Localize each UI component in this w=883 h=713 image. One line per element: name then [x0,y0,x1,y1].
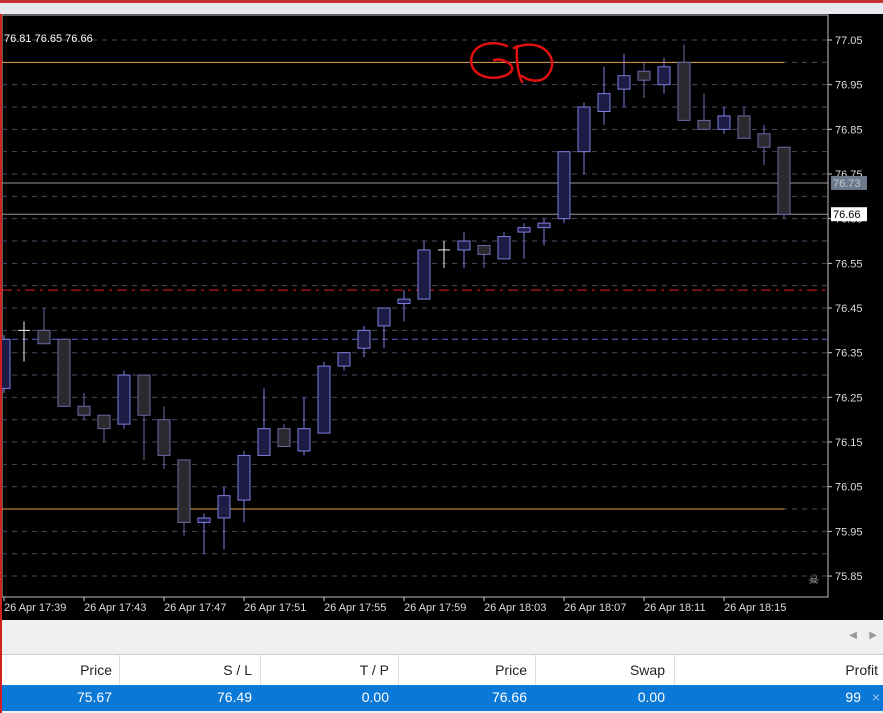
candle-bull [617,75,631,90]
candle-bull [377,307,391,327]
table-header: Price S / L T / P Price Swap Profit [2,655,883,685]
col-sl[interactable]: S / L [223,662,252,678]
candle-bear [637,70,651,81]
cell-swap: 0.00 [637,689,665,705]
window-title-bar [0,0,883,14]
candle-bear [97,414,111,430]
price-tick-label: 75.95 [835,526,863,538]
candle-bear [737,115,751,139]
candle-bull [197,517,211,523]
ask-price-label: 76.73 [833,178,861,190]
candle-bull [237,454,251,501]
price-chart[interactable]: 77.0576.9576.8576.7576.6576.5576.4576.35… [0,14,883,620]
candle-bear [37,329,51,345]
skull-icon: ☠ [808,573,820,588]
time-tick-label: 26 Apr 18:07 [564,602,626,614]
candle-bull [557,151,571,220]
candle-bear [777,146,791,215]
cell-tp[interactable]: 0.00 [362,689,389,705]
time-tick-label: 26 Apr 18:03 [484,602,546,614]
time-tick-label: 26 Apr 17:51 [244,602,306,614]
horizontal-scroll[interactable]: ◀ ▶ [2,620,883,655]
price-tick-label: 76.45 [835,303,863,315]
cell-profit: 99 [845,689,861,705]
terminal-panel: ◀ ▶ Price S / L T / P Price Swap Profit … [0,620,883,713]
cell-sl[interactable]: 76.49 [217,689,252,705]
price-tick-label: 76.05 [835,482,863,494]
candle-bull [657,66,671,86]
price-tick-label: 76.85 [835,124,863,136]
time-tick-label: 26 Apr 17:59 [404,602,466,614]
candle-bear [477,244,491,255]
col-open-price[interactable]: Price [80,662,112,678]
candle-bull [317,365,331,434]
time-tick-label: 26 Apr 18:15 [724,602,786,614]
candle-bull [257,428,271,456]
candle-bull [297,428,311,452]
col-swap[interactable]: Swap [630,662,665,678]
candle-bear [757,133,771,148]
price-tick-label: 76.15 [835,437,863,449]
time-tick-label: 26 Apr 17:43 [84,602,146,614]
ohlc-readout: 76.81 76.65 76.66 [4,33,93,45]
candle-bear [157,419,171,456]
candle-bull [2,338,11,389]
candle-bull [337,352,351,367]
time-tick-label: 26 Apr 17:47 [164,602,226,614]
price-tick-label: 75.85 [835,571,863,583]
annotation-stroke [470,41,514,79]
price-tick-label: 76.25 [835,392,863,404]
scroll-right-icon[interactable]: ▶ [869,630,877,641]
candle-bear [177,459,191,523]
cell-open-price: 75.67 [76,689,112,705]
price-tick-label: 77.05 [835,35,863,47]
time-tick-label: 26 Apr 17:39 [4,602,66,614]
table-row[interactable]: 75.67 76.49 0.00 76.66 0.00 99 × [2,685,883,711]
candle-bear [77,405,91,416]
annotation-stroke [512,43,554,84]
col-current-price[interactable]: Price [495,662,527,678]
close-position-icon[interactable]: × [872,689,880,705]
candle-bull [597,93,611,112]
candle-bear [677,61,691,121]
candle-bull [117,374,131,425]
price-tick-label: 76.35 [835,348,863,360]
candle-bear [57,338,71,407]
col-tp[interactable]: T / P [360,662,389,678]
candle-bear [277,428,291,447]
price-tick-label: 76.55 [835,258,863,270]
candle-bear [697,119,711,130]
candle-bull [517,227,531,233]
candle-bear [137,374,151,416]
time-tick-label: 26 Apr 17:55 [324,602,386,614]
candle-bull [717,115,731,130]
candle-bull [397,298,411,305]
candle-bull [217,495,231,519]
bid-price-label: 76.66 [833,209,861,221]
scroll-left-icon[interactable]: ◀ [849,630,857,641]
chart-canvas: 77.0576.9576.8576.7576.6576.5576.4576.35… [2,14,867,614]
candle-bull [457,240,471,251]
candle-bull [417,249,431,300]
col-profit[interactable]: Profit [845,662,878,678]
candle-bull [577,106,591,153]
time-tick-label: 26 Apr 18:11 [644,602,706,614]
candle-bull [537,222,551,229]
candle-bull [497,236,511,260]
price-tick-label: 76.95 [835,80,863,92]
cell-current-price: 76.66 [491,689,527,705]
candle-bull [357,329,371,349]
